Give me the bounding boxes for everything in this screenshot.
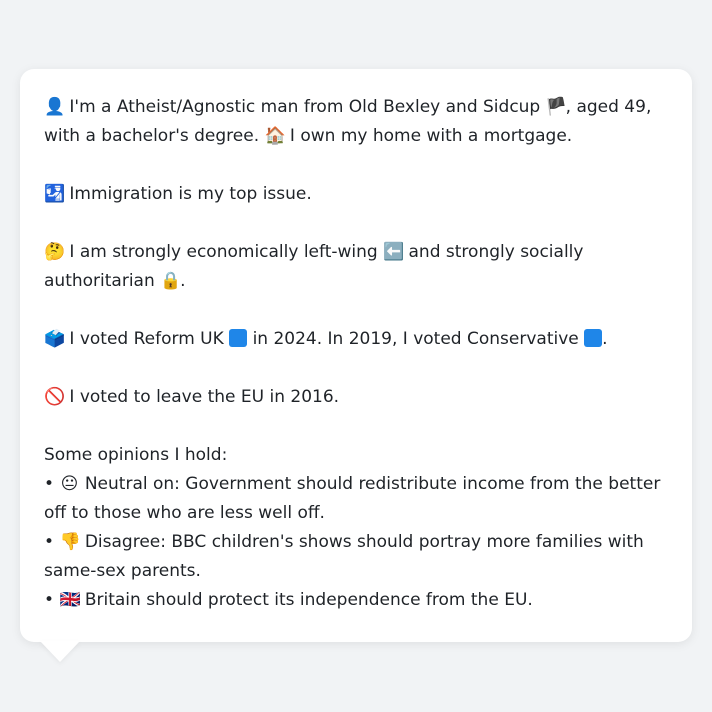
intro-paragraph: 👤 I'm a Atheist/Agnostic man from Old Be…: [44, 93, 672, 151]
list-item: • 👎 Disagree: BBC children's shows shoul…: [44, 528, 672, 586]
list-item: • 🇬🇧 Britain should protect its independ…: [44, 586, 672, 615]
left-arrow-icon: ⬅️: [383, 242, 405, 262]
ideology-paragraph: 🤔 I am strongly economically left-wing ⬅…: [44, 238, 672, 296]
person-icon: 👤: [44, 97, 66, 117]
home-text: I own my home with a mortgage.: [289, 126, 573, 146]
bullet: •: [44, 474, 55, 494]
thinking-face-icon: 🤔: [44, 242, 66, 262]
house-icon: 🏠: [264, 126, 286, 146]
brexit-paragraph: 🚫 I voted to leave the EU in 2016.: [44, 383, 672, 412]
ballot-box-icon: 🗳️: [44, 329, 66, 349]
passport-control-icon: 🛂: [44, 184, 66, 204]
message-bubble: 👤 I'm a Atheist/Agnostic man from Old Be…: [20, 69, 692, 642]
prohibited-icon: 🚫: [44, 387, 66, 407]
issue-text: Immigration is my top issue.: [69, 184, 312, 204]
bullet: •: [44, 590, 55, 610]
neutral-face-icon: 😐: [60, 474, 79, 494]
issue-paragraph: 🛂 Immigration is my top issue.: [44, 180, 672, 209]
vote-text-a: I voted Reform UK: [69, 329, 224, 349]
lock-icon: 🔒: [160, 271, 182, 291]
england-flag-icon: 🏴: [545, 97, 567, 117]
opinion-text: Neutral on: Government should redistribu…: [44, 474, 661, 523]
list-item: • 😐 Neutral on: Government should redist…: [44, 470, 672, 528]
uk-flag-icon: 🇬🇧: [59, 590, 81, 610]
opinion-text: Britain should protect its independence …: [84, 590, 533, 610]
vote-paragraph: 🗳️ I voted Reform UK in 2024. In 2019, I…: [44, 325, 672, 354]
chat-stage: 👤 I'm a Atheist/Agnostic man from Old Be…: [0, 0, 712, 712]
opinion-text: Disagree: BBC children's shows should po…: [44, 532, 644, 581]
brexit-text: I voted to leave the EU in 2016.: [69, 387, 340, 407]
vote-text-b: in 2024. In 2019, I voted Conservative: [252, 329, 579, 349]
vote-end: .: [602, 329, 608, 349]
opinions-list: • 😐 Neutral on: Government should redist…: [44, 470, 672, 615]
ideology-text-a: I am strongly economically left-wing: [69, 242, 378, 262]
ideology-end: .: [180, 271, 186, 291]
bubble-tail: [40, 641, 80, 662]
conservative-blue-square-icon: [584, 329, 603, 347]
bullet: •: [44, 532, 55, 552]
thumbs-down-icon: 👎: [59, 532, 81, 552]
intro-text-a: I'm a Atheist/Agnostic man from Old Bexl…: [69, 97, 541, 117]
reform-blue-square-icon: [229, 329, 248, 347]
opinions-heading: Some opinions I hold:: [44, 445, 228, 465]
